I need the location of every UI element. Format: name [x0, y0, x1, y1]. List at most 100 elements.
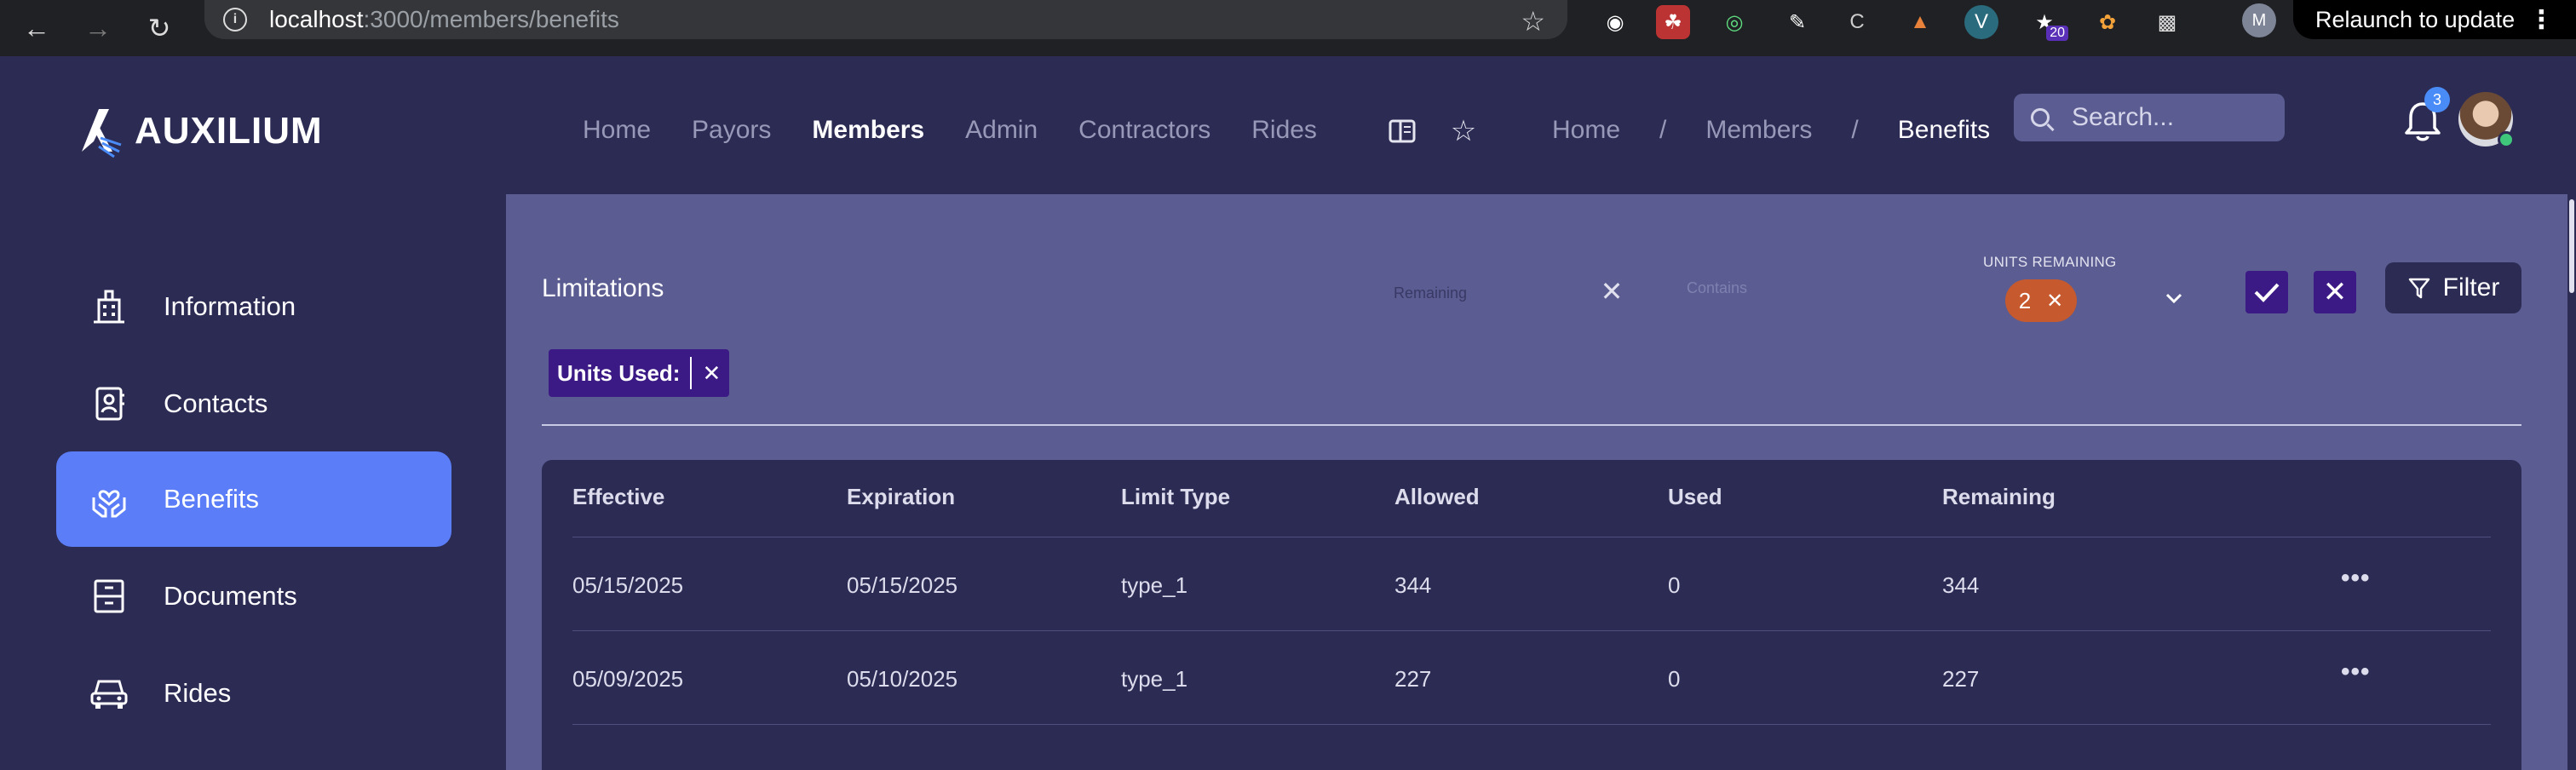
units-remaining-chip[interactable]: 2 ✕ [2005, 279, 2077, 322]
funnel-icon [2408, 278, 2429, 299]
address-bar[interactable]: i localhost:3000/members/benefits ☆ [204, 0, 1567, 39]
cell-used: 0 [1668, 666, 1681, 692]
forward-arrow-icon[interactable]: → [77, 7, 119, 49]
extension-c-icon[interactable]: C [1840, 5, 1874, 39]
user-avatar[interactable] [2458, 92, 2515, 148]
extension-target-icon[interactable]: ◎ [1717, 5, 1751, 39]
units-remaining-label: UNITS REMAINING [1983, 254, 2117, 270]
tag-divider [690, 357, 693, 389]
nav-admin[interactable]: Admin [965, 101, 1038, 160]
contains-field[interactable]: Contains [1687, 279, 1747, 297]
breadcrumb-home[interactable]: Home [1552, 101, 1620, 160]
back-arrow-icon[interactable]: ← [15, 7, 58, 49]
search-placeholder: Search... [2072, 103, 2175, 131]
clear-remaining-icon[interactable]: ✕ [1596, 276, 1627, 307]
extension-shield-icon[interactable]: ☘ [1656, 5, 1690, 39]
row-actions-icon[interactable]: ••• [2341, 564, 2371, 593]
contact-book-icon [89, 383, 129, 424]
extensions-puzzle-icon[interactable]: ▩ [2150, 5, 2184, 39]
cancel-filter-button[interactable]: ✕ [2314, 271, 2356, 313]
bookmark-star-icon[interactable]: ☆ [1521, 5, 1545, 37]
breadcrumb-separator: / [1851, 116, 1859, 144]
column-header-expiration[interactable]: Expiration [847, 484, 955, 510]
sidebar-item-contacts[interactable]: Contacts [56, 356, 451, 451]
sidebar-toggle-icon[interactable] [1383, 112, 1421, 150]
notification-count-badge: 3 [2424, 87, 2450, 112]
breadcrumb-members[interactable]: Members [1705, 101, 1812, 160]
sidebar-item-label: Benefits [164, 484, 260, 514]
site-info-icon[interactable]: i [223, 8, 247, 32]
breadcrumb: Home / Members / Benefits [1552, 101, 1990, 160]
scrollbar[interactable] [2567, 194, 2576, 770]
remaining-field[interactable]: Remaining [1394, 284, 1467, 302]
address-url[interactable]: localhost:3000/members/benefits [269, 6, 619, 33]
column-header-limit-type[interactable]: Limit Type [1121, 484, 1230, 510]
section-divider [542, 424, 2521, 426]
cell-effective: 05/09/2025 [572, 666, 684, 692]
cell-allowed: 227 [1394, 666, 1432, 692]
filter-tag-label: Units Used: [557, 359, 681, 386]
cell-expiration: 05/10/2025 [847, 666, 958, 692]
column-header-remaining[interactable]: Remaining [1942, 484, 2056, 510]
relaunch-label: Relaunch to update [2315, 6, 2516, 32]
nav-members[interactable]: Members [812, 101, 924, 160]
auxilium-logo-icon [82, 109, 122, 158]
hands-heart-icon [89, 479, 129, 520]
cell-remaining: 344 [1942, 572, 1980, 598]
chip-remove-icon[interactable]: ✕ [2046, 289, 2063, 313]
remove-tag-icon[interactable]: ✕ [702, 360, 721, 387]
column-header-effective[interactable]: Effective [572, 484, 664, 510]
relaunch-button[interactable]: Relaunch to update ⋮ [2293, 0, 2576, 39]
nav-contractors[interactable]: Contractors [1078, 101, 1210, 160]
column-header-allowed[interactable]: Allowed [1394, 484, 1480, 510]
sidebar-item-benefits[interactable]: Benefits [56, 451, 451, 547]
check-icon [2254, 283, 2280, 302]
sidebar-item-label: Rides [164, 678, 232, 708]
app-header: AUXILIUM Home Payors Members Admin Contr… [0, 56, 2576, 194]
archive-box-icon [89, 576, 129, 617]
sidebar-item-documents[interactable]: Documents [56, 549, 451, 644]
brand-logo[interactable]: AUXILIUM [75, 104, 323, 158]
building-icon [89, 286, 129, 327]
filter-tag-units-used: Units Used: ✕ [549, 349, 730, 397]
chevron-down-icon[interactable] [2160, 284, 2188, 312]
extension-leaf-icon[interactable]: ✿ [2090, 5, 2125, 39]
extension-fox-icon[interactable]: ▲ [1903, 5, 1937, 39]
extension-circle-icon[interactable]: ◉ [1598, 5, 1632, 39]
extension-pen-icon[interactable]: ✎ [1780, 5, 1814, 39]
row-divider [572, 724, 2491, 725]
column-header-used[interactable]: Used [1668, 484, 1722, 510]
cell-limit-type: type_1 [1121, 572, 1188, 598]
cell-effective: 05/15/2025 [572, 572, 684, 598]
sidebar-item-rides[interactable]: Rides [56, 646, 451, 741]
cell-allowed: 344 [1394, 572, 1432, 598]
scrollbar-thumb[interactable] [2569, 199, 2574, 293]
limitations-title: Limitations [542, 274, 664, 302]
reload-icon[interactable]: ↻ [138, 7, 181, 49]
online-status-dot [2498, 131, 2515, 148]
extension-v-icon[interactable]: V [1964, 5, 1998, 39]
nav-payors[interactable]: Payors [692, 101, 771, 160]
search-input[interactable]: Search... [2014, 94, 2285, 141]
row-actions-icon[interactable]: ••• [2341, 658, 2371, 687]
extension-wizard-icon[interactable]: 20 ★ [2027, 5, 2068, 41]
cell-expiration: 05/15/2025 [847, 572, 958, 598]
filter-label: Filter [2442, 273, 2500, 302]
cell-used: 0 [1668, 572, 1681, 598]
sidebar-item-label: Contacts [164, 388, 268, 418]
brand-name: AUXILIUM [135, 110, 323, 152]
nav-home[interactable]: Home [583, 101, 651, 160]
breadcrumb-separator: / [1659, 116, 1667, 144]
kebab-menu-icon[interactable]: ⋮ [2528, 5, 2554, 35]
breadcrumb-benefits: Benefits [1897, 116, 1991, 144]
sidebar-item-information[interactable]: Information [56, 259, 451, 354]
apply-filter-button[interactable] [2245, 271, 2288, 313]
browser-profile-avatar[interactable]: M [2242, 3, 2276, 37]
filter-button[interactable]: Filter [2385, 262, 2521, 313]
favorite-star-icon[interactable]: ☆ [1445, 112, 1482, 150]
browser-toolbar: ← → ↻ i localhost:3000/members/benefits … [0, 0, 2576, 56]
top-navigation: Home Payors Members Admin Contractors Ri… [583, 101, 1358, 160]
limitations-table: Effective Expiration Limit Type Allowed … [542, 460, 2521, 770]
nav-rides[interactable]: Rides [1251, 101, 1317, 160]
cell-remaining: 227 [1942, 666, 1980, 692]
